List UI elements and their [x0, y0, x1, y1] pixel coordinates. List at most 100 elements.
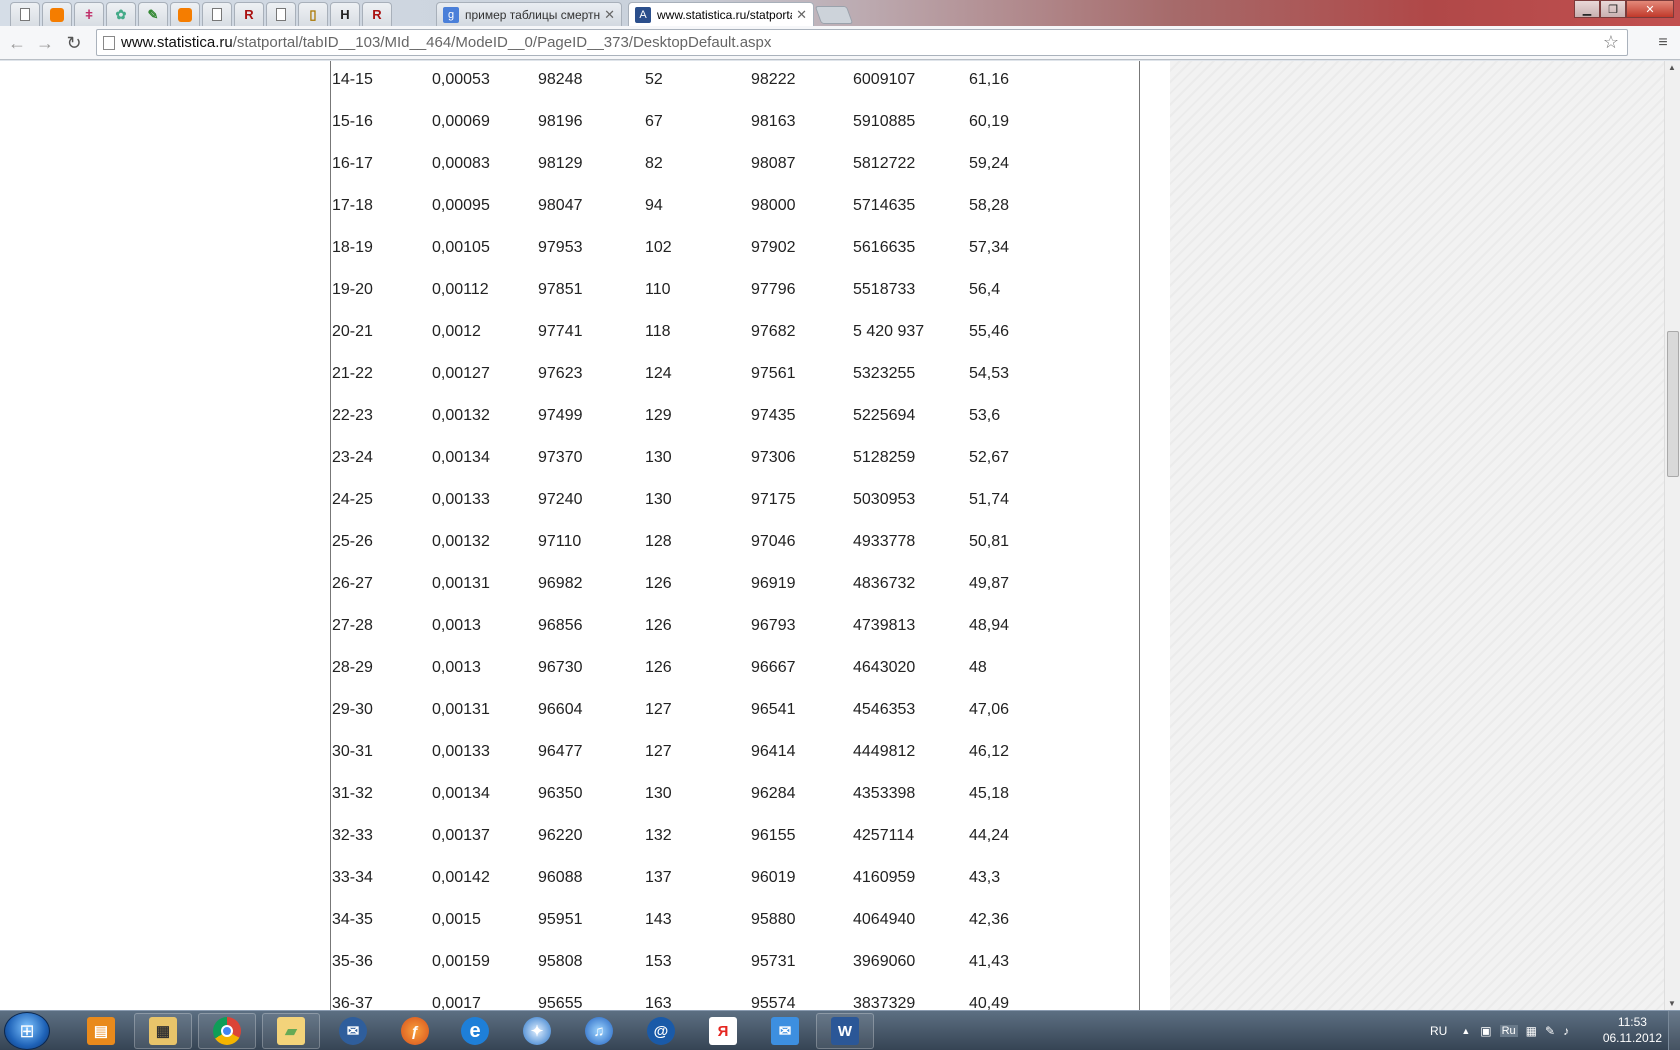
- close-window-button[interactable]: ✕: [1626, 0, 1674, 18]
- table-cell: 51,74: [969, 491, 1010, 508]
- blogger-icon: [178, 7, 192, 22]
- vertical-scrollbar[interactable]: ▲ ▼: [1664, 61, 1680, 1010]
- restore-icon: ❐: [1608, 3, 1618, 16]
- table-cell: 17-18: [332, 197, 373, 214]
- taskbar-app-chrome[interactable]: [198, 1013, 256, 1049]
- tray-lang-badge[interactable]: Ru: [1499, 1025, 1518, 1037]
- table-cell: 96730: [538, 659, 583, 676]
- bookmark-star-icon[interactable]: ☆: [1603, 32, 1619, 53]
- new-tab-button[interactable]: [814, 6, 854, 24]
- table-cell: 4449812: [853, 743, 916, 760]
- tray-app-icon[interactable]: ▣: [1480, 1024, 1491, 1038]
- table-cell: 0,00134: [432, 449, 490, 466]
- table-cell: 5225694: [853, 407, 916, 424]
- table-cell: 0,00142: [432, 869, 490, 886]
- close-icon[interactable]: ✕: [796, 7, 807, 23]
- taskbar-app-mail-client[interactable]: ✉: [324, 1013, 382, 1049]
- taskbar-app-qip[interactable]: @: [632, 1013, 690, 1049]
- scrollbar-thumb[interactable]: [1667, 331, 1679, 477]
- taskbar-app-firefox[interactable]: ƒ: [386, 1013, 444, 1049]
- clock[interactable]: 11:53 06.11.2012: [1603, 1014, 1662, 1046]
- reload-button[interactable]: ↻: [63, 32, 85, 54]
- pinned-tab-8[interactable]: ▯: [298, 2, 328, 26]
- table-cell: 97435: [751, 407, 796, 424]
- table-cell: 96919: [751, 575, 796, 592]
- taskbar-app-folder[interactable]: ▰: [262, 1013, 320, 1049]
- pinned-tab-10[interactable]: R: [362, 2, 392, 26]
- url-text[interactable]: www.statistica.ru/statportal/tabID__103/…: [121, 34, 771, 51]
- table-cell: 4353398: [853, 785, 916, 802]
- pinned-tab-5[interactable]: [202, 2, 232, 26]
- table-cell: 4546353: [853, 701, 916, 718]
- forward-button[interactable]: →: [34, 32, 56, 54]
- pinned-tab-9[interactable]: H: [330, 2, 360, 26]
- table-cell: 95731: [751, 953, 796, 970]
- minimize-button[interactable]: ▁: [1574, 0, 1600, 18]
- table-cell: 96155: [751, 827, 796, 844]
- address-bar[interactable]: www.statistica.ru/statportal/tabID__103/…: [96, 29, 1628, 56]
- table-cell: 97046: [751, 533, 796, 550]
- table-cell: 55,46: [969, 323, 1010, 340]
- dots-icon: ✿: [115, 6, 127, 22]
- menu-button[interactable]: ≡: [1652, 32, 1674, 54]
- tab-search[interactable]: g пример таблицы смертно ✕: [436, 2, 622, 26]
- folder-icon: ▰: [277, 1017, 305, 1045]
- pinned-tab-2[interactable]: ǂ: [74, 2, 104, 26]
- taskbar-app-word[interactable]: W: [816, 1013, 874, 1049]
- tab-statistica[interactable]: A www.statistica.ru/statporta ✕: [628, 2, 814, 26]
- taskbar-app-yandex[interactable]: Я: [694, 1013, 752, 1049]
- language-indicator[interactable]: RU: [1430, 1024, 1447, 1038]
- tools-icon[interactable]: ✎: [1545, 1024, 1555, 1038]
- table-cell: 98000: [751, 197, 796, 214]
- page-icon: [212, 8, 222, 21]
- table-row: 30-31 0,00133 96477 127 96414 4449812 46,12: [332, 733, 1138, 775]
- table-cell: 30-31: [332, 743, 373, 760]
- table-cell: 58,28: [969, 197, 1010, 214]
- back-button[interactable]: ←: [6, 32, 28, 54]
- table-cell: 130: [645, 491, 672, 508]
- table-row: 32-33 0,00137 96220 132 96155 4257114 44,24: [332, 817, 1138, 859]
- table-cell: 52: [645, 71, 663, 88]
- pinned-tab-3[interactable]: ✿: [106, 2, 136, 26]
- network-icon[interactable]: ▦: [1526, 1024, 1537, 1038]
- table-cell: 4836732: [853, 575, 916, 592]
- table-cell: 27-28: [332, 617, 373, 634]
- table-cell: 5910885: [853, 113, 916, 130]
- start-button[interactable]: ⊞: [4, 1012, 50, 1050]
- taskbar-app-1[interactable]: ▤: [72, 1013, 130, 1049]
- taskbar-app-2[interactable]: ▦: [134, 1013, 192, 1049]
- table-cell: 3837329: [853, 995, 916, 1010]
- table-cell: 0,0017: [432, 995, 481, 1010]
- restore-button[interactable]: ❐: [1600, 0, 1626, 18]
- pinned-tab-4[interactable]: ✎: [138, 2, 168, 26]
- table-cell: 0,00105: [432, 239, 490, 256]
- taskbar-app-ie[interactable]: e: [446, 1013, 504, 1049]
- table-cell: 48,94: [969, 617, 1010, 634]
- table-cell: 5616635: [853, 239, 916, 256]
- table-cell: 96414: [751, 743, 796, 760]
- scroll-up-icon[interactable]: ▲: [1668, 63, 1676, 72]
- show-desktop-button[interactable]: [1668, 1011, 1680, 1050]
- pinned-tab-blogger-2[interactable]: [170, 2, 200, 26]
- pinned-tab-blogger-1[interactable]: [42, 2, 72, 26]
- pinned-tab-6[interactable]: R: [234, 2, 264, 26]
- scroll-down-icon[interactable]: ▼: [1668, 999, 1676, 1008]
- taskbar-app-safari[interactable]: ✦: [508, 1013, 566, 1049]
- volume-icon[interactable]: ♪: [1563, 1024, 1569, 1038]
- table-cell: 128: [645, 533, 672, 550]
- taskbar-app-email[interactable]: ✉: [756, 1013, 814, 1049]
- table-cell: 4160959: [853, 869, 916, 886]
- pinned-tab-1[interactable]: [10, 2, 40, 26]
- url-path: /statportal/tabID__103/MId__464/ModeID__…: [232, 34, 772, 51]
- table-cell: 0,00131: [432, 701, 490, 718]
- close-icon[interactable]: ✕: [604, 7, 615, 23]
- table-cell: 19-20: [332, 281, 373, 298]
- taskbar-app-itunes[interactable]: ♫: [570, 1013, 628, 1049]
- pinned-tab-7[interactable]: [266, 2, 296, 26]
- table-cell: 35-36: [332, 953, 373, 970]
- tray-expand-icon[interactable]: ▲: [1461, 1026, 1470, 1036]
- table-cell: 52,67: [969, 449, 1010, 466]
- table-row: 19-20 0,00112 97851 110 97796 5518733 56,4: [332, 271, 1138, 313]
- statistica-icon: A: [635, 6, 651, 23]
- table-cell: 32-33: [332, 827, 373, 844]
